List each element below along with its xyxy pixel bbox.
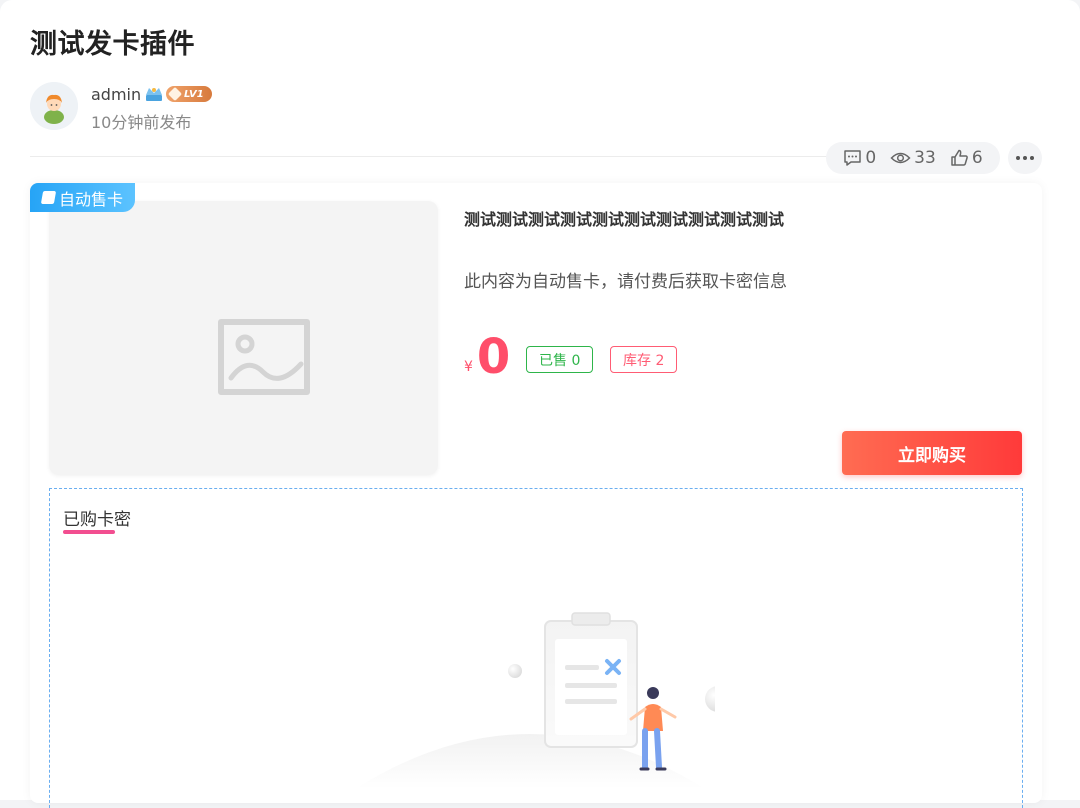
sold-count-tag: 已售 0 (526, 346, 594, 373)
purchased-cards-title: 已购卡密 (63, 510, 131, 530)
eye-icon (890, 152, 911, 164)
author-badges: LV1 (144, 84, 212, 104)
level-badge: LV1 (166, 86, 212, 102)
page-title: 测试发卡插件 (30, 29, 195, 60)
product-card: 自动售卡 测试测试测试测试测试测试测试测试测试测试 此内容为自动售卡，请付费后获… (30, 183, 1042, 808)
level-label: LV1 (184, 88, 204, 100)
product-thumbnail[interactable] (49, 201, 438, 475)
comment-count[interactable]: 0 (843, 148, 876, 168)
price: ¥ 0 (464, 325, 510, 381)
view-count-value: 33 (914, 148, 936, 168)
image-placeholder-icon (218, 319, 310, 395)
post-stats: 0 33 6 (826, 142, 1000, 174)
more-dots-icon (1016, 156, 1020, 160)
comment-icon (844, 150, 862, 166)
product-description: 此内容为自动售卡，请付费后获取卡密信息 (464, 272, 787, 292)
purchased-cards-section: 已购卡密 (49, 488, 1023, 808)
like-count-value: 6 (971, 148, 983, 168)
level-gem-icon (167, 86, 183, 102)
like-count[interactable]: 6 (950, 148, 983, 168)
comment-count-value: 0 (865, 148, 877, 168)
stock-count-tag: 库存 2 (610, 346, 678, 373)
avatar-icon (30, 82, 78, 130)
more-options-button[interactable] (1008, 142, 1042, 174)
post-card: 测试发卡插件 admin LV1 10分钟前发布 0 33 6 自动售卡 测试测… (0, 0, 1080, 808)
book-icon (40, 191, 57, 204)
currency-symbol: ¥ (464, 359, 473, 375)
title-underline (63, 530, 115, 534)
price-value: 0 (476, 329, 511, 385)
auto-sale-ribbon: 自动售卡 (30, 183, 136, 212)
buy-now-button[interactable]: 立即购买 (842, 431, 1022, 475)
product-title: 测试测试测试测试测试测试测试测试测试测试 (464, 210, 785, 229)
empty-clipboard-illustration (355, 612, 715, 789)
ribbon-label: 自动售卡 (59, 189, 124, 209)
publish-time: 10分钟前发布 (91, 113, 192, 132)
vip-crown-icon (146, 88, 162, 101)
divider (30, 156, 835, 157)
view-count: 33 (890, 148, 936, 168)
avatar[interactable] (30, 82, 78, 130)
thumbs-up-icon (951, 149, 968, 166)
author-name[interactable]: admin (91, 85, 141, 104)
